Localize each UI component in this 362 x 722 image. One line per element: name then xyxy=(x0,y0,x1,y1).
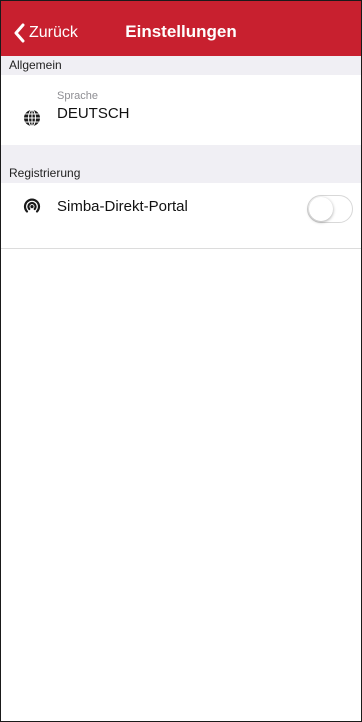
section-header-registration: Registrierung xyxy=(1,164,361,183)
language-value: DEUTSCH xyxy=(57,105,130,122)
language-caption: Sprache xyxy=(57,90,98,102)
language-row[interactable]: Sprache DEUTSCH xyxy=(1,75,361,145)
row-divider xyxy=(1,248,361,249)
portal-row: Simba-Direkt-Portal xyxy=(1,183,361,249)
page-title: Einstellungen xyxy=(125,22,237,41)
section-header-general: Allgemein xyxy=(1,56,361,75)
settings-screen: Zurück Einstellungen Allgemein Sprache D… xyxy=(0,0,362,722)
portal-label: Simba-Direkt-Portal xyxy=(57,198,188,215)
signal-icon xyxy=(23,197,41,215)
navigation-bar: Zurück Einstellungen xyxy=(1,1,361,56)
globe-icon xyxy=(23,109,41,127)
toggle-knob xyxy=(309,197,333,221)
section-spacer xyxy=(1,145,361,164)
portal-toggle[interactable] xyxy=(307,195,353,223)
